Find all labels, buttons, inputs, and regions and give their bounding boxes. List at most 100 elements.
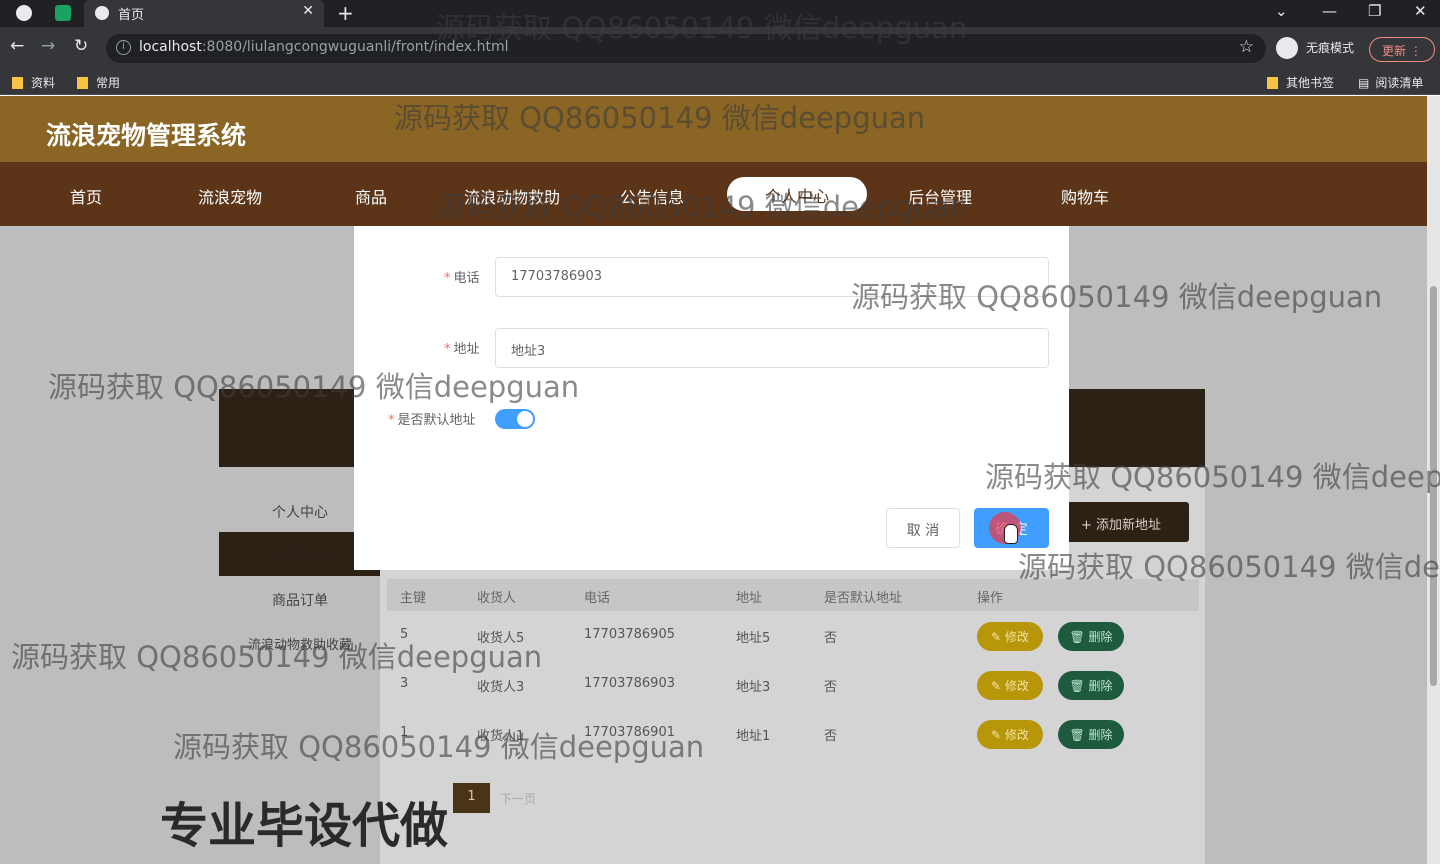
tab-search-icon[interactable]: ⌄ [1275,2,1288,20]
bookmarks-bar: 资料 常用 其他书签 ▤ 阅读清单 [0,69,1440,95]
site-nav: 首页 流浪宠物 商品 流浪动物救助 公告信息 个人中心 后台管理 购物车 [0,162,1427,226]
update-label: 更新 [1382,44,1407,58]
site-title: 流浪宠物管理系统 [46,121,247,150]
reading-list-icon: ▤ [1358,76,1370,90]
column-header: 地址 [736,591,763,606]
table-header: 主键 收货人 电话 地址 是否默认地址 操作 [387,579,1199,611]
cell-phone: 17703786903 [584,676,675,691]
cell-default: 否 [824,680,838,695]
browser-tab-bar: 首页 ✕ + ⌄ — ❐ ✕ [0,0,1440,27]
cell-address: 地址1 [736,729,771,744]
delete-button[interactable]: 🗑 删除 [1058,671,1124,700]
address-label: * 地址 [444,342,480,357]
folder-icon [12,77,23,89]
bookmark-folder-other[interactable]: 其他书签 [1267,74,1334,91]
bookmark-star-icon[interactable]: ☆ [1239,37,1254,57]
default-address-toggle[interactable] [495,409,535,429]
browser-tab-home[interactable]: 首页 ✕ [84,0,324,27]
cell-phone: 17703786905 [584,627,675,642]
cell-id: 1 [400,725,409,740]
cell-name: 收货人3 [477,680,525,695]
phone-field[interactable]: 17703786903 [495,257,1049,297]
scrollbar-thumb[interactable] [1430,286,1437,686]
confirm-button[interactable]: 确 定 [974,508,1049,548]
forward-icon[interactable]: → [41,36,55,56]
new-tab-button[interactable]: + [337,1,354,25]
pencil-icon: ✎ [991,728,1005,742]
nav-personal-center[interactable]: 个人中心 [727,177,867,211]
pagination-page-1[interactable]: 1 [453,783,490,813]
add-address-button[interactable]: + 添加新地址 [1067,502,1189,542]
cell-address: 地址3 [736,680,771,695]
nav-home[interactable]: 首页 [70,184,102,208]
minimize-icon[interactable]: — [1322,2,1337,20]
delete-button[interactable]: 🗑 删除 [1058,720,1124,749]
column-header: 操作 [977,591,1004,606]
sidebar-item-orders[interactable]: 商品订单 [219,576,381,620]
reload-icon[interactable]: ↻ [74,36,88,56]
nav-stray-pets[interactable]: 流浪宠物 [198,184,262,208]
cell-default: 否 [824,729,838,744]
close-tab-icon[interactable]: ✕ [302,3,314,19]
browser-tab-title: 首页 [118,8,145,23]
globe-icon [95,6,109,20]
edit-button[interactable]: ✎ 修改 [977,622,1043,651]
toggle-knob [517,411,533,427]
delete-button[interactable]: 🗑 删除 [1058,622,1124,651]
column-header: 收货人 [477,591,517,606]
page-scrollbar[interactable] [1427,96,1440,864]
site-info-icon[interactable]: i [116,40,131,55]
nav-announcements[interactable]: 公告信息 [620,184,684,208]
url-text: localhost:8080/liulangcongwuguanli/front… [139,39,509,55]
browser-toolbar: ← → ↻ i localhost:8080/liulangcongwuguan… [0,27,1440,69]
pencil-icon: ✎ [991,630,1005,644]
cell-id: 5 [400,627,409,642]
nav-admin[interactable]: 后台管理 [908,184,972,208]
column-header: 是否默认地址 [824,591,903,606]
cell-name: 收货人1 [477,729,525,744]
hand-cursor-icon [1004,524,1018,544]
restore-icon[interactable]: ❐ [1368,2,1381,20]
trash-icon: 🗑 [1069,630,1089,644]
sidebar-item-favorites[interactable]: 流浪动物救助收藏 [219,620,381,664]
pinned-tab-icon[interactable] [55,5,71,21]
promo-caption: 专业毕设代做 [160,798,449,854]
edit-button[interactable]: ✎ 修改 [977,671,1043,700]
pagination-next[interactable]: 下一页 [500,783,560,813]
trash-icon: 🗑 [1069,728,1089,742]
edit-button[interactable]: ✎ 修改 [977,720,1043,749]
column-header: 电话 [584,591,611,606]
bookmark-folder[interactable]: 资料 [12,74,55,91]
back-icon[interactable]: ← [10,36,24,56]
pencil-icon: ✎ [991,679,1005,693]
cell-name: 收货人5 [477,631,525,646]
cell-id: 3 [400,676,409,691]
site-header: 流浪宠物管理系统 [0,96,1427,162]
phone-label: * 电话 [444,271,480,286]
incognito-label: 无痕模式 [1306,41,1355,55]
web-page: 流浪宠物管理系统 首页 流浪宠物 商品 流浪动物救助 公告信息 个人中心 后台管… [0,96,1427,864]
column-header: 主键 [400,591,427,606]
address-field[interactable]: 地址3 [495,328,1049,368]
browser-profile-icon[interactable] [16,5,32,21]
folder-icon [77,77,88,89]
table-row: 3 收货人3 17703786903 地址3 否 ✎ 修改 🗑 删除 [387,660,1199,709]
reading-list[interactable]: ▤ 阅读清单 [1358,74,1423,91]
close-window-icon[interactable]: ✕ [1414,2,1427,20]
nav-rescue[interactable]: 流浪动物救助 [464,184,560,208]
edit-address-dialog: *电话 17703786903 *地址 地址3 *是否默认地址 取 消 确 定 [354,226,1069,570]
trash-icon: 🗑 [1069,679,1089,693]
nav-goods[interactable]: 商品 [355,184,387,208]
nav-cart[interactable]: 购物车 [1061,184,1109,208]
address-bar[interactable]: i localhost:8080/liulangcongwuguanli/fro… [106,34,1266,63]
update-button[interactable]: 更新 ⋮ [1369,37,1435,62]
default-address-label: * 是否默认地址 [388,413,476,428]
table-row: 1 收货人1 17703786901 地址1 否 ✎ 修改 🗑 删除 [387,709,1199,758]
cancel-button[interactable]: 取 消 [886,508,960,548]
incognito-icon [1276,37,1298,59]
bookmark-folder[interactable]: 常用 [77,74,120,91]
cell-phone: 17703786901 [584,725,675,740]
cell-address: 地址5 [736,631,771,646]
cell-default: 否 [824,631,838,646]
folder-icon [1267,77,1278,89]
